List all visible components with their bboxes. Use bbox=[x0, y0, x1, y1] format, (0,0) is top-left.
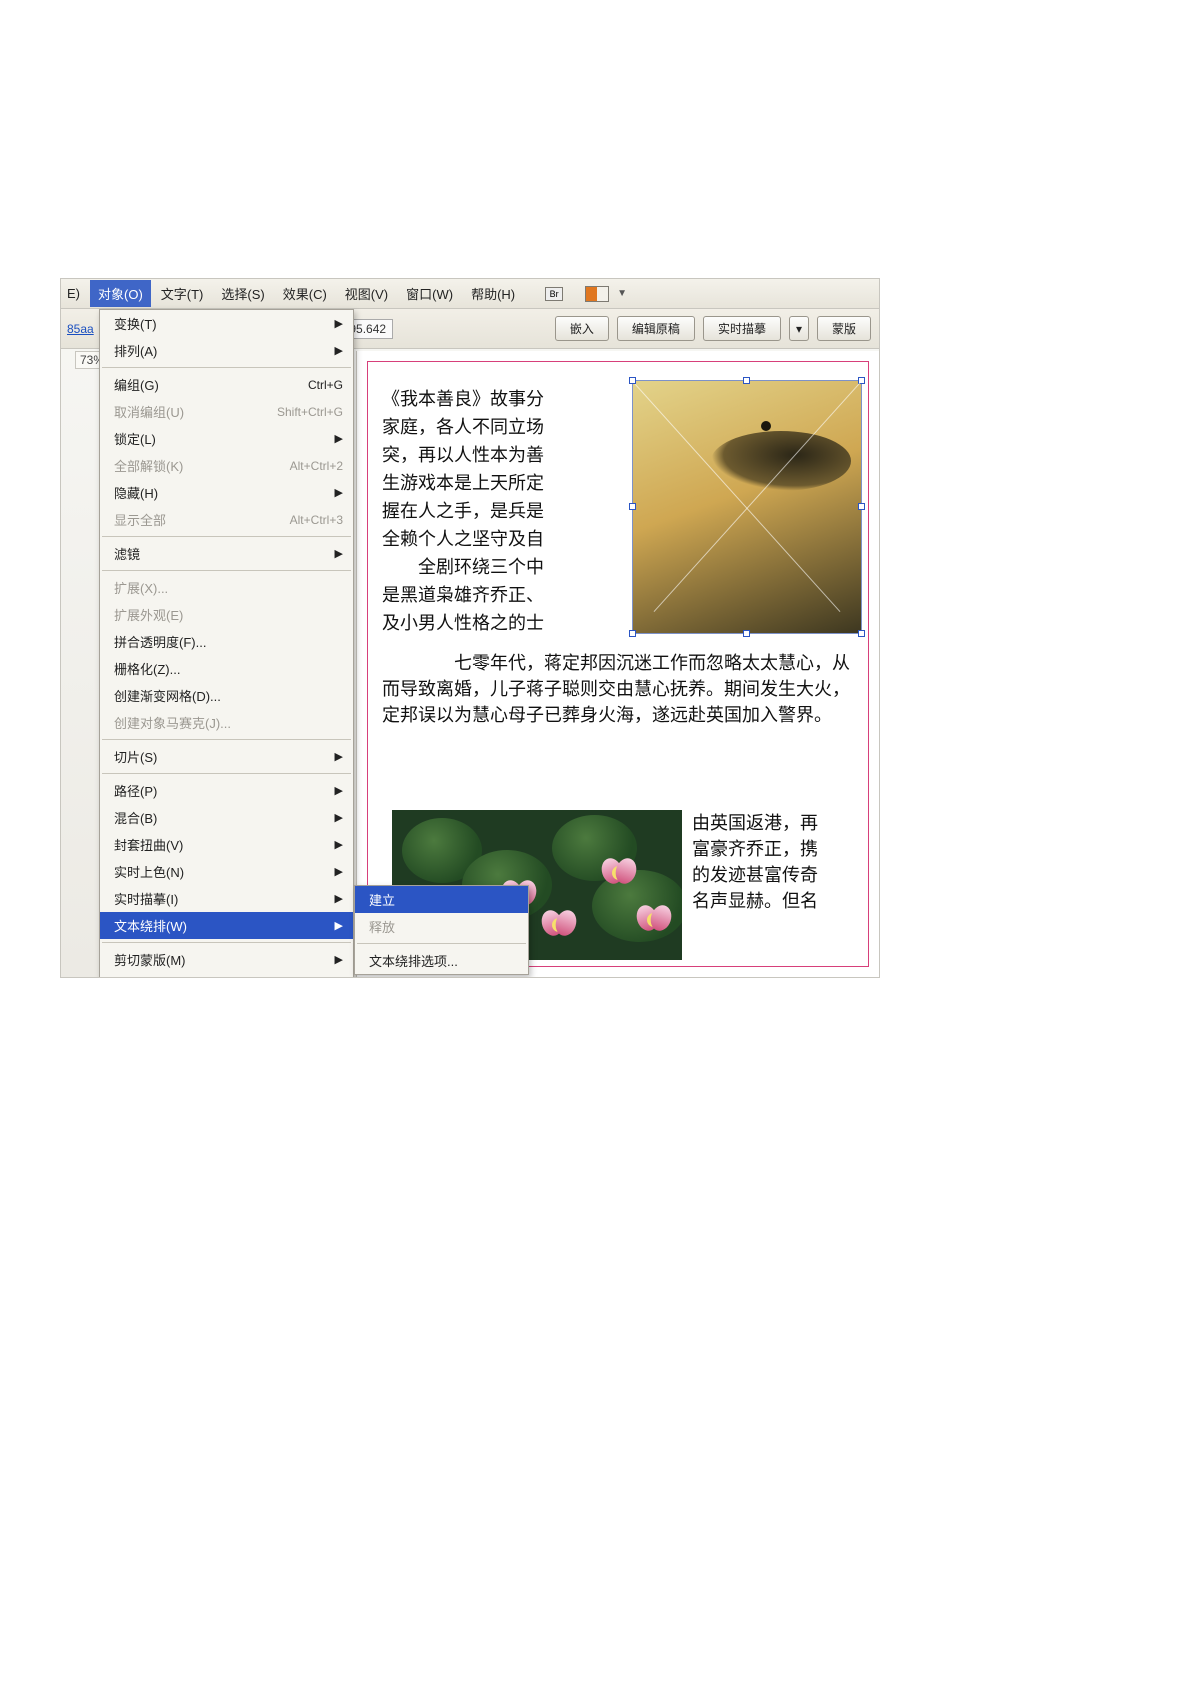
menu-rasterize[interactable]: 栅格化(Z)... bbox=[100, 655, 353, 682]
selection-handle[interactable] bbox=[858, 377, 865, 384]
menu-envelope-distort[interactable]: 封套扭曲(V)▶ bbox=[100, 831, 353, 858]
panel-layout-button[interactable]: ▼ bbox=[585, 286, 627, 302]
placed-image-face[interactable] bbox=[632, 380, 862, 634]
edit-original-button[interactable]: 编辑原稿 bbox=[617, 316, 695, 341]
bridge-icon: Br bbox=[545, 287, 563, 301]
embed-button[interactable]: 嵌入 bbox=[555, 316, 609, 341]
image-content bbox=[542, 910, 576, 936]
selection-handle[interactable] bbox=[629, 630, 636, 637]
menu-view[interactable]: 视图(V) bbox=[337, 280, 396, 307]
menubar: E) 对象(O) 文字(T) 选择(S) 效果(C) 视图(V) 窗口(W) 帮… bbox=[61, 279, 879, 309]
menu-path[interactable]: 路径(P)▶ bbox=[100, 777, 353, 804]
menu-blend[interactable]: 混合(B)▶ bbox=[100, 804, 353, 831]
menu-separator bbox=[102, 773, 351, 774]
selection-handle[interactable] bbox=[858, 503, 865, 510]
selection-handle[interactable] bbox=[743, 630, 750, 637]
menu-effect[interactable]: 效果(C) bbox=[275, 280, 335, 307]
app-window: E) 对象(O) 文字(T) 选择(S) 效果(C) 视图(V) 窗口(W) 帮… bbox=[60, 278, 880, 978]
menu-expand: 扩展(X)... bbox=[100, 574, 353, 601]
panel-layout-icon bbox=[585, 286, 609, 302]
menu-group[interactable]: 编组(G)Ctrl+G bbox=[100, 371, 353, 398]
chevron-down-icon: ▼ bbox=[617, 288, 627, 299]
menu-transform[interactable]: 变换(T)▶ bbox=[100, 310, 353, 337]
canvas[interactable]: 《我本善良》故事分 家庭，各人不同立场 突，再以人性本为善 生游戏本是上天所定 … bbox=[356, 351, 879, 977]
menu-separator bbox=[102, 942, 351, 943]
menu-gradient-mesh[interactable]: 创建渐变网格(D)... bbox=[100, 682, 353, 709]
menu-lock[interactable]: 锁定(L)▶ bbox=[100, 425, 353, 452]
text-frame-3[interactable]: 由英国返港，再 富豪齐乔正，携 的发迹甚富传奇 名声显赫。但名 bbox=[692, 810, 854, 914]
menu-filter[interactable]: 滤镜▶ bbox=[100, 540, 353, 567]
image-content bbox=[637, 905, 671, 931]
menu-separator bbox=[102, 536, 351, 537]
menu-separator bbox=[102, 570, 351, 571]
object-menu: 变换(T)▶ 排列(A)▶ 编组(G)Ctrl+G 取消编组(U)Shift+C… bbox=[99, 309, 354, 978]
menu-clipping-mask[interactable]: 剪切蒙版(M)▶ bbox=[100, 946, 353, 973]
menu-compound-path: 复合路径(O)▶ bbox=[100, 973, 353, 978]
menu-ungroup: 取消编组(U)Shift+Ctrl+G bbox=[100, 398, 353, 425]
menu-show-all: 显示全部Alt+Ctrl+3 bbox=[100, 506, 353, 533]
menu-separator bbox=[357, 943, 526, 944]
menu-expand-appearance: 扩展外观(E) bbox=[100, 601, 353, 628]
menu-hide[interactable]: 隐藏(H)▶ bbox=[100, 479, 353, 506]
menu-select[interactable]: 选择(S) bbox=[213, 280, 272, 307]
menu-object-mosaic: 创建对象马赛克(J)... bbox=[100, 709, 353, 736]
menu-live-paint[interactable]: 实时上色(N)▶ bbox=[100, 858, 353, 885]
menu-help[interactable]: 帮助(H) bbox=[463, 280, 523, 307]
mask-button[interactable]: 蒙版 bbox=[817, 316, 871, 341]
selection-handle[interactable] bbox=[743, 377, 750, 384]
submenu-release: 释放 bbox=[355, 913, 528, 940]
submenu-options[interactable]: 文本绕排选项... bbox=[355, 947, 528, 974]
artboard: 《我本善良》故事分 家庭，各人不同立场 突，再以人性本为善 生游戏本是上天所定 … bbox=[367, 361, 869, 967]
text-frame-2[interactable]: 七零年代，蒋定邦因沉迷工作而忽略太太慧心，从而导致离婚，儿子蒋子聪则交由慧心抚养… bbox=[382, 650, 854, 730]
selection-handle[interactable] bbox=[629, 377, 636, 384]
selection-handle[interactable] bbox=[629, 503, 636, 510]
menu-slice[interactable]: 切片(S)▶ bbox=[100, 743, 353, 770]
menu-separator bbox=[102, 739, 351, 740]
menu-object[interactable]: 对象(O) bbox=[90, 280, 151, 307]
text-wrap-submenu: 建立 释放 文本绕排选项... bbox=[354, 885, 529, 975]
selection-handle[interactable] bbox=[858, 630, 865, 637]
bridge-button[interactable]: Br bbox=[545, 287, 563, 301]
menu-window[interactable]: 窗口(W) bbox=[398, 280, 461, 307]
menu-live-trace[interactable]: 实时描摹(I)▶ bbox=[100, 885, 353, 912]
menu-separator bbox=[102, 367, 351, 368]
menu-unlock-all: 全部解锁(K)Alt+Ctrl+2 bbox=[100, 452, 353, 479]
image-content bbox=[711, 431, 851, 491]
menu-type[interactable]: 文字(T) bbox=[153, 280, 212, 307]
live-trace-button[interactable]: 实时描摹 bbox=[703, 316, 781, 341]
linked-file-name[interactable]: 85aa bbox=[67, 322, 94, 336]
menu-flatten-transparency[interactable]: 拼合透明度(F)... bbox=[100, 628, 353, 655]
submenu-make[interactable]: 建立 bbox=[355, 886, 528, 913]
menu-arrange[interactable]: 排列(A)▶ bbox=[100, 337, 353, 364]
image-content bbox=[761, 421, 771, 431]
menu-truncated: E) bbox=[67, 282, 88, 305]
menu-text-wrap[interactable]: 文本绕排(W)▶ bbox=[100, 912, 353, 939]
image-content bbox=[602, 858, 636, 884]
live-trace-dropdown[interactable]: ▾ bbox=[789, 316, 809, 341]
